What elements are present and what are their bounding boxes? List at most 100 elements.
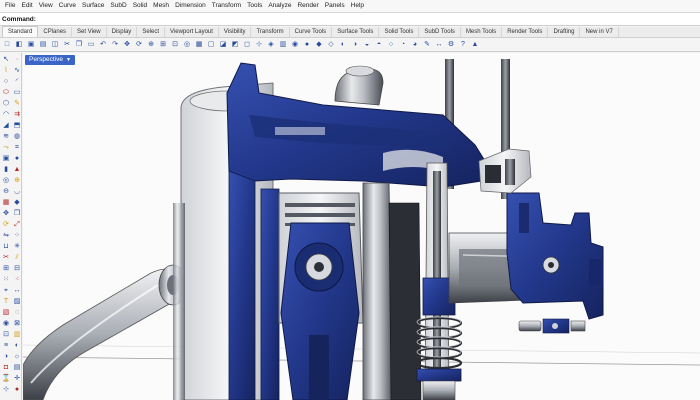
points-off-icon[interactable]: ⁖ <box>12 275 22 285</box>
tab-display[interactable]: Display <box>107 27 138 37</box>
camera-icon[interactable]: ◘ <box>1 363 11 373</box>
cut-icon[interactable]: ✂ <box>62 40 72 50</box>
torus-icon[interactable]: ◎ <box>1 176 11 186</box>
material-icon[interactable]: ◑ <box>1 352 11 362</box>
tab-transform[interactable]: Transform <box>251 27 290 37</box>
four-view-icon[interactable]: ▦ <box>194 40 204 50</box>
select-icon[interactable]: ↖ <box>1 55 11 65</box>
show-icon[interactable]: ◉ <box>1 319 11 329</box>
open-file-icon[interactable]: ◧ <box>14 40 24 50</box>
group-icon[interactable]: ⊞ <box>1 264 11 274</box>
hide-icon[interactable]: ◌ <box>12 308 22 318</box>
trim-icon[interactable]: ✂ <box>1 253 11 263</box>
gumball-icon[interactable]: ✛ <box>12 374 22 384</box>
tab-subd-tools[interactable]: SubD Tools <box>419 27 461 37</box>
block-icon[interactable]: ▧ <box>1 308 11 318</box>
loft-icon[interactable]: ≋ <box>1 132 11 142</box>
tab-solid-tools[interactable]: Solid Tools <box>379 27 420 37</box>
display-mode-icon[interactable]: ◐ <box>338 40 348 50</box>
menu-transform[interactable]: Transform <box>209 0 244 12</box>
hatch-icon[interactable]: ▨ <box>12 297 22 307</box>
point-icon[interactable]: · <box>12 55 22 65</box>
cone-icon[interactable]: ▲ <box>12 165 22 175</box>
array-icon[interactable]: ⁘ <box>12 231 22 241</box>
chevron-down-icon[interactable]: ▼ <box>66 55 71 65</box>
freeform-icon[interactable]: ✎ <box>12 99 22 109</box>
menu-mesh[interactable]: Mesh <box>150 0 172 12</box>
light-icon[interactable]: ◇ <box>326 40 336 50</box>
rotate-view-icon[interactable]: ⟳ <box>134 40 144 50</box>
distance-icon[interactable]: ⚙ <box>446 40 456 50</box>
tab-select[interactable]: Select <box>137 27 165 37</box>
properties-icon[interactable]: ≡ <box>1 341 11 351</box>
xray-icon[interactable]: ◔ <box>398 40 408 50</box>
dimension-icon[interactable]: ↔ <box>12 286 22 296</box>
text-icon[interactable]: T <box>1 297 11 307</box>
shaded-icon[interactable]: ◒ <box>362 40 372 50</box>
tab-visibility[interactable]: Visibility <box>219 27 252 37</box>
menu-help[interactable]: Help <box>348 0 367 12</box>
light-icon[interactable]: ☼ <box>12 352 22 362</box>
points-on-icon[interactable]: ⁙ <box>1 275 11 285</box>
scale-icon[interactable]: ⤢ <box>12 220 22 230</box>
ungroup-icon[interactable]: ⊟ <box>12 264 22 274</box>
cplane-icon[interactable]: ◪ <box>218 40 228 50</box>
unlock-icon[interactable]: ⊡ <box>1 330 11 340</box>
lock-icon[interactable]: ◈ <box>266 40 276 50</box>
snapshot-icon[interactable]: ▤ <box>12 363 22 373</box>
viewport-title-tab[interactable]: Perspective ▼ <box>25 55 75 65</box>
layer-icon[interactable]: ▥ <box>278 40 288 50</box>
zoom-window-icon[interactable]: ⊞ <box>158 40 168 50</box>
save-icon[interactable]: ▣ <box>26 40 36 50</box>
record-icon[interactable]: ● <box>12 385 22 395</box>
polyline-icon[interactable]: ⌇ <box>1 66 11 76</box>
properties-icon[interactable]: ◉ <box>290 40 300 50</box>
split-icon[interactable]: ⫽ <box>12 253 22 263</box>
move-icon[interactable]: ✥ <box>1 209 11 219</box>
tab-viewport-layout[interactable]: Viewport Layout <box>165 27 219 37</box>
zoom-extents-icon[interactable]: ⊡ <box>170 40 180 50</box>
explode-icon[interactable]: ✳ <box>12 242 22 252</box>
mirror-icon[interactable]: ⇋ <box>1 231 11 241</box>
boolean-union-icon[interactable]: ⊕ <box>12 176 22 186</box>
mesh-icon[interactable]: ▦ <box>1 198 11 208</box>
new-file-icon[interactable]: □ <box>2 40 12 50</box>
technical-icon[interactable]: ◕ <box>410 40 420 50</box>
artistic-icon[interactable]: ✎ <box>422 40 432 50</box>
tab-standard[interactable]: Standard <box>2 26 39 37</box>
copy-obj-icon[interactable]: ❐ <box>12 209 22 219</box>
sphere-icon[interactable]: ● <box>12 154 22 164</box>
command-line[interactable]: Command: <box>0 12 700 26</box>
tab-set-view[interactable]: Set View <box>72 27 107 37</box>
select-all-icon[interactable]: ◻ <box>242 40 252 50</box>
extrude-icon[interactable]: ⬒ <box>12 121 22 131</box>
render-icon[interactable]: ◆ <box>314 40 324 50</box>
undo-icon[interactable]: ↶ <box>98 40 108 50</box>
menu-panels[interactable]: Panels <box>322 0 348 12</box>
fillet-edge-icon[interactable]: ◡ <box>12 187 22 197</box>
ghosted-icon[interactable]: ○ <box>386 40 396 50</box>
menu-subd[interactable]: SubD <box>107 0 129 12</box>
tab-mesh-tools[interactable]: Mesh Tools <box>461 27 503 37</box>
menu-solid[interactable]: Solid <box>130 0 150 12</box>
pan-icon[interactable]: ✥ <box>122 40 132 50</box>
copy-icon[interactable]: ❐ <box>74 40 84 50</box>
menu-analyze[interactable]: Analyze <box>265 0 294 12</box>
wireframe-icon[interactable]: ◑ <box>350 40 360 50</box>
rectangle-icon[interactable]: ▭ <box>12 88 22 98</box>
menu-file[interactable]: File <box>2 0 18 12</box>
rotate-icon[interactable]: ⟳ <box>1 220 11 230</box>
layer-icon[interactable]: ▥ <box>12 330 22 340</box>
offset-icon[interactable]: ⇉ <box>12 110 22 120</box>
fillet-curve-icon[interactable]: ◠ <box>1 110 11 120</box>
render-icon[interactable]: ◐ <box>12 341 22 351</box>
box-icon[interactable]: ▣ <box>1 154 11 164</box>
menu-surface[interactable]: Surface <box>79 0 107 12</box>
polygon-icon[interactable]: ⬡ <box>1 99 11 109</box>
maximize-icon[interactable]: ▢ <box>206 40 216 50</box>
help-icon[interactable]: ▲ <box>470 40 480 50</box>
circle-icon[interactable]: ○ <box>1 77 11 87</box>
join-icon[interactable]: ⊔ <box>1 242 11 252</box>
rendered-icon[interactable]: ◓ <box>374 40 384 50</box>
print-icon[interactable]: ▤ <box>38 40 48 50</box>
